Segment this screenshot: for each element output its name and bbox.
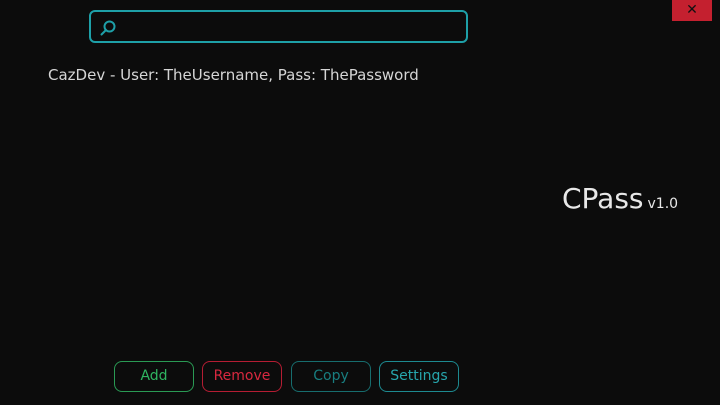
list-item[interactable]: CazDev - User: TheUsername, Pass: ThePas… <box>48 64 568 86</box>
remove-button[interactable]: Remove <box>202 361 282 392</box>
search-box[interactable] <box>89 10 468 43</box>
app-version: v1.0 <box>647 196 679 212</box>
search-input[interactable] <box>121 16 465 40</box>
settings-button[interactable]: Settings <box>379 361 459 392</box>
close-button[interactable]: ✕ <box>672 0 712 21</box>
entry-list: CazDev - User: TheUsername, Pass: ThePas… <box>48 64 568 86</box>
app-brand: CPass v1.0 <box>562 182 678 215</box>
close-icon: ✕ <box>686 2 698 18</box>
search-icon <box>99 19 117 37</box>
add-button[interactable]: Add <box>114 361 194 392</box>
cpass-window: ✕ CazDev - User: TheUsername, Pass: TheP… <box>0 0 720 405</box>
copy-button[interactable]: Copy <box>291 361 371 392</box>
app-name: CPass <box>562 182 644 215</box>
